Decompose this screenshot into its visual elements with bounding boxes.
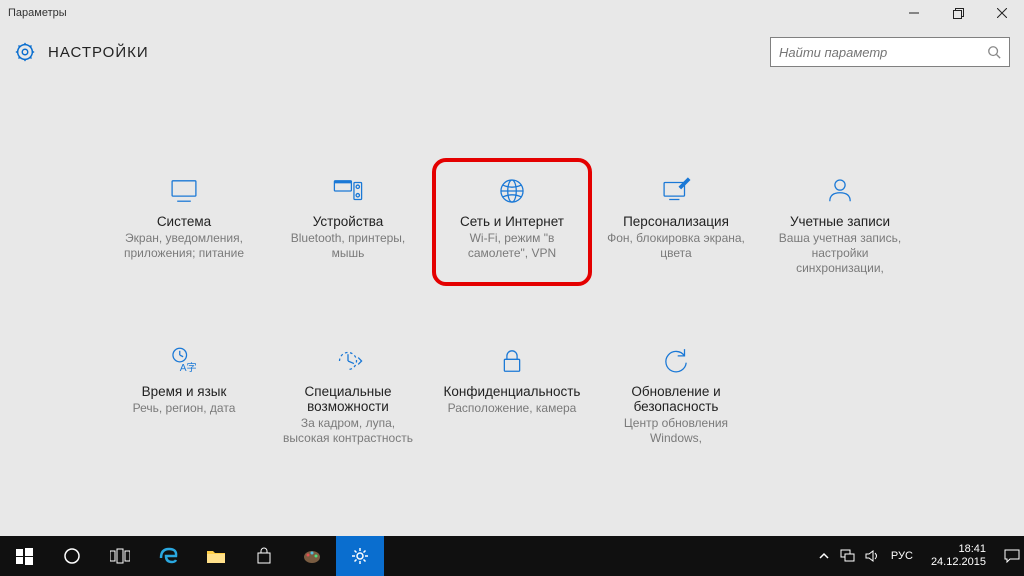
tile-title: Время и язык [110, 384, 258, 399]
tile-title: Устройства [274, 214, 422, 229]
minimize-button[interactable] [892, 0, 936, 26]
tile-privacy[interactable]: Конфиденциальность Расположение, камера [432, 328, 592, 456]
search-icon [987, 45, 1001, 59]
tile-title: Конфиденциальность [438, 384, 586, 399]
tile-desc: Bluetooth, принтеры, мышь [274, 231, 422, 261]
tile-network[interactable]: Сеть и Интернет Wi-Fi, режим "в самолете… [432, 158, 592, 286]
system-icon [110, 170, 258, 212]
settings-main: Система Экран, уведомления, приложения; … [0, 78, 1024, 536]
store-icon [255, 547, 273, 565]
tile-desc: Wi-Fi, режим "в самолете", VPN [438, 231, 586, 261]
update-icon [602, 340, 750, 382]
edge-icon [158, 546, 178, 566]
tile-title: Учетные записи [766, 214, 914, 229]
start-button[interactable] [0, 536, 48, 576]
tile-desc: Центр обновления Windows, [602, 416, 750, 446]
palette-icon [302, 547, 322, 565]
tile-title: Система [110, 214, 258, 229]
tile-devices[interactable]: Устройства Bluetooth, принтеры, мышь [268, 158, 428, 286]
gear-icon [351, 547, 369, 565]
window-title: Параметры [8, 7, 67, 19]
taskbar-app-store[interactable] [240, 536, 288, 576]
maximize-button[interactable] [936, 0, 980, 26]
tile-time-language[interactable]: A字 Время и язык Речь, регион, дата [104, 328, 264, 456]
tile-desc: Речь, регион, дата [110, 401, 258, 416]
maximize-icon [953, 8, 964, 19]
tile-desc: Экран, уведомления, приложения; питание [110, 231, 258, 261]
tray-volume[interactable] [865, 549, 881, 563]
tile-title: Сеть и Интернет [438, 214, 586, 229]
devices-icon [274, 170, 422, 212]
tile-title: Специальные возможности [274, 384, 422, 414]
taskbar-app-settings[interactable] [336, 536, 384, 576]
clock-time: 18:41 [931, 543, 986, 556]
task-view-button[interactable] [96, 536, 144, 576]
tray-language[interactable]: РУС [891, 550, 913, 562]
task-view-icon [110, 548, 130, 564]
personalization-icon [602, 170, 750, 212]
taskbar-app-paint[interactable] [288, 536, 336, 576]
cortana-button[interactable] [48, 536, 96, 576]
tile-update-security[interactable]: Обновление и безопасность Центр обновлен… [596, 328, 756, 456]
ease-of-access-icon [274, 340, 422, 382]
tile-title: Обновление и безопасность [602, 384, 750, 414]
tile-ease-of-access[interactable]: Специальные возможности За кадром, лупа,… [268, 328, 428, 456]
language-indicator-label: РУС [891, 550, 913, 562]
tray-network[interactable] [839, 549, 855, 563]
search-box[interactable] [770, 37, 1010, 67]
gear-icon [14, 41, 36, 63]
page-title: НАСТРОЙКИ [48, 44, 149, 61]
tray-action-center[interactable] [1004, 549, 1020, 563]
tile-desc: Расположение, камера [438, 401, 586, 416]
notification-icon [1004, 549, 1020, 563]
chevron-up-icon [819, 551, 829, 561]
close-button[interactable] [980, 0, 1024, 26]
svg-text:A字: A字 [180, 361, 197, 374]
globe-icon [438, 170, 586, 212]
taskbar-app-explorer[interactable] [192, 536, 240, 576]
tile-personalization[interactable]: Персонализация Фон, блокировка экрана, ц… [596, 158, 756, 286]
accounts-icon [766, 170, 914, 212]
tray-clock[interactable]: 18:41 24.12.2015 [923, 543, 994, 568]
tile-desc: За кадром, лупа, высокая контрастность [274, 416, 422, 446]
volume-icon [865, 549, 881, 563]
network-icon [839, 549, 855, 563]
time-language-icon: A字 [110, 340, 258, 382]
folder-icon [206, 548, 226, 564]
system-tray: РУС 18:41 24.12.2015 [819, 536, 1024, 576]
tile-desc: Ваша учетная запись, настройки синхрониз… [766, 231, 914, 276]
window-titlebar: Параметры [0, 0, 1024, 26]
search-input[interactable] [779, 45, 987, 60]
tray-chevron-up[interactable] [819, 551, 829, 561]
tile-system[interactable]: Система Экран, уведомления, приложения; … [104, 158, 264, 286]
lock-icon [438, 340, 586, 382]
tile-title: Персонализация [602, 214, 750, 229]
close-icon [997, 8, 1007, 18]
windows-logo-icon [16, 548, 33, 565]
tile-desc: Фон, блокировка экрана, цвета [602, 231, 750, 261]
page-header: НАСТРОЙКИ [0, 26, 1024, 78]
settings-grid: Система Экран, уведомления, приложения; … [104, 158, 920, 456]
taskbar-app-edge[interactable] [144, 536, 192, 576]
minimize-icon [909, 8, 919, 18]
taskbar-spacer [384, 536, 819, 576]
tile-accounts[interactable]: Учетные записи Ваша учетная запись, наст… [760, 158, 920, 286]
taskbar: РУС 18:41 24.12.2015 [0, 536, 1024, 576]
circle-icon [63, 547, 81, 565]
clock-date: 24.12.2015 [931, 556, 986, 569]
